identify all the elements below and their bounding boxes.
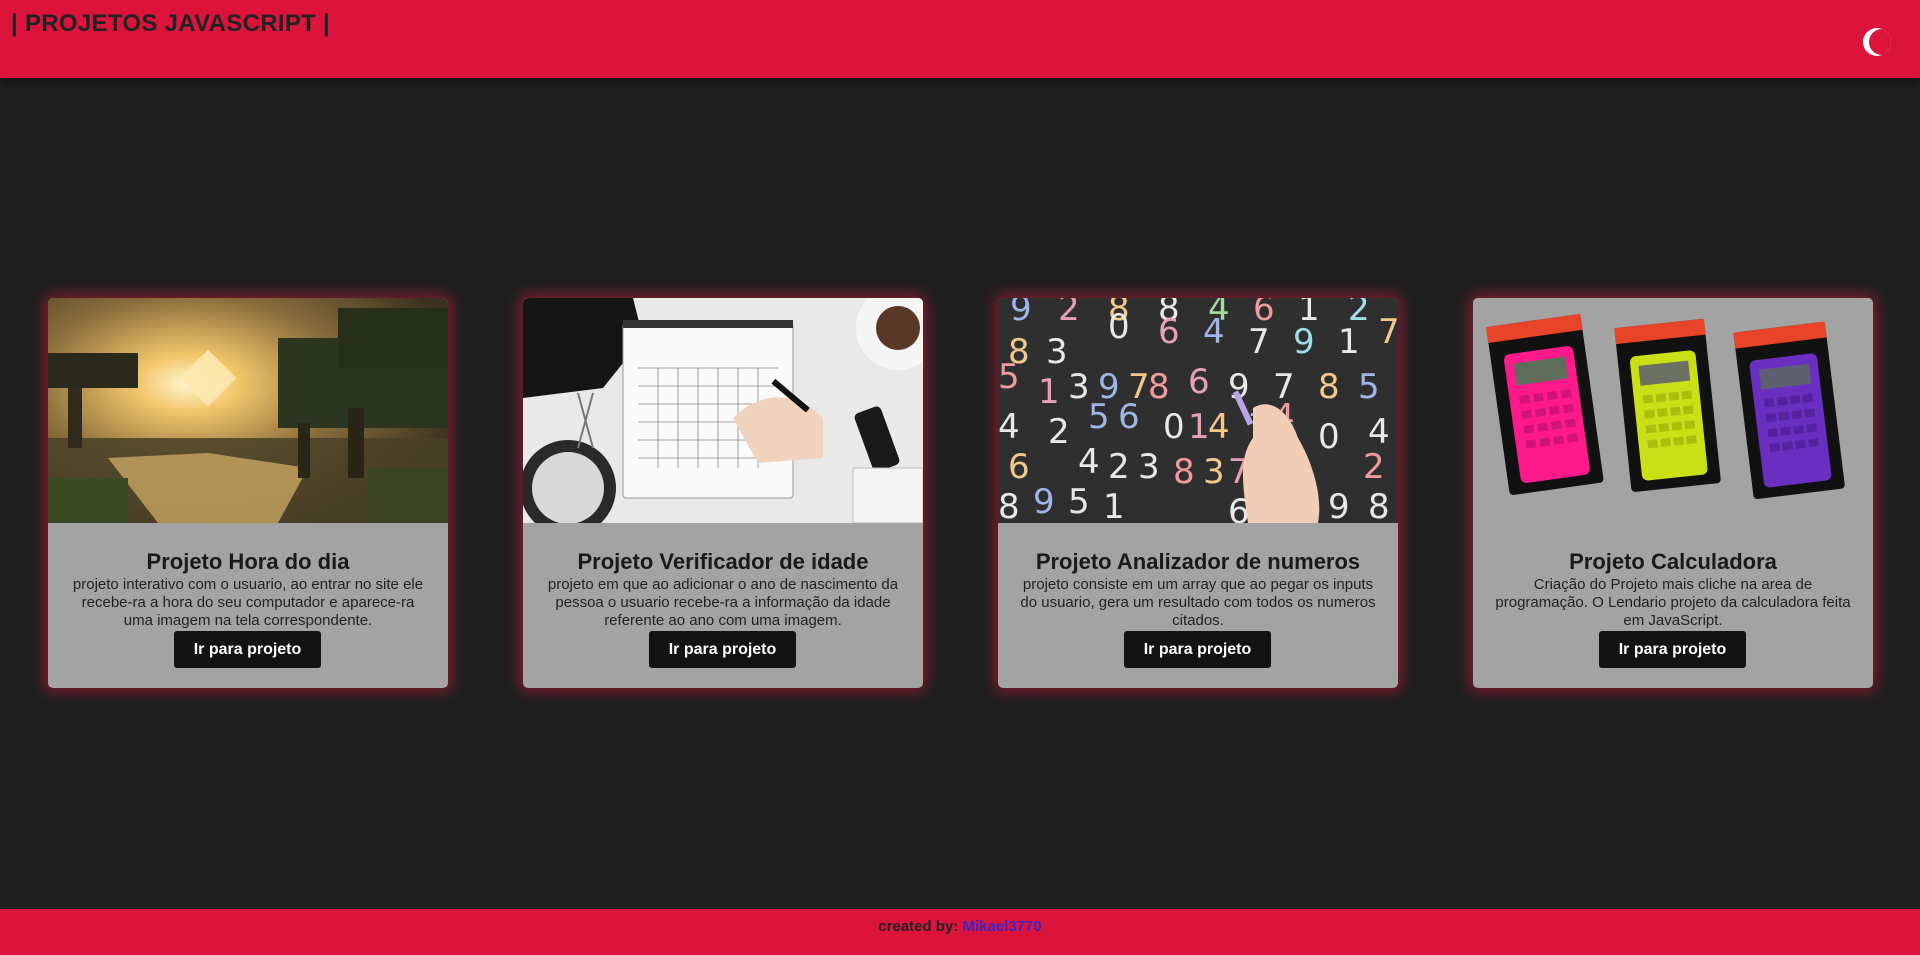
- svg-text:8: 8: [1368, 487, 1390, 523]
- svg-text:7: 7: [1378, 312, 1398, 352]
- svg-text:8: 8: [1318, 367, 1340, 407]
- svg-text:1: 1: [1338, 322, 1360, 362]
- svg-text:6: 6: [1188, 362, 1210, 402]
- project-card: Projeto Calculadora Criação do Projeto m…: [1473, 298, 1873, 688]
- project-card: Projeto Hora do dia projeto interativo c…: [48, 298, 448, 688]
- svg-text:3: 3: [1203, 452, 1225, 492]
- svg-text:1: 1: [1103, 487, 1125, 523]
- svg-text:4: 4: [1078, 442, 1100, 482]
- go-to-project-button[interactable]: Ir para projeto: [649, 631, 796, 668]
- svg-text:0: 0: [1163, 407, 1185, 447]
- project-title: Projeto Analizador de numeros: [1035, 549, 1361, 574]
- svg-text:5: 5: [1088, 397, 1110, 437]
- svg-text:2: 2: [1058, 298, 1080, 329]
- svg-text:4: 4: [1203, 312, 1225, 352]
- go-to-project-button[interactable]: Ir para projeto: [1124, 631, 1271, 668]
- svg-text:6: 6: [1008, 447, 1030, 487]
- crescent-moon-icon[interactable]: [1863, 28, 1891, 56]
- author-link[interactable]: Mikael3770: [962, 918, 1041, 935]
- go-to-project-button[interactable]: Ir para projeto: [1599, 631, 1746, 668]
- svg-text:7: 7: [1248, 322, 1270, 362]
- svg-text:8: 8: [998, 487, 1020, 523]
- svg-text:0: 0: [1108, 307, 1130, 347]
- svg-text:2: 2: [1048, 412, 1070, 452]
- svg-text:8: 8: [1148, 367, 1170, 407]
- svg-text:3: 3: [1138, 447, 1160, 487]
- project-description: Criação do Projeto mais cliche na area d…: [1495, 576, 1851, 629]
- svg-text:9: 9: [1033, 482, 1055, 522]
- project-title: Projeto Calculadora: [1569, 549, 1777, 574]
- project-description: projeto consiste em um array que ao pega…: [1020, 576, 1376, 629]
- project-title: Projeto Hora do dia: [146, 549, 350, 574]
- project-image: 92884612 830647917 51397869785 425601474…: [998, 298, 1398, 523]
- svg-text:6: 6: [1158, 312, 1180, 352]
- svg-text:5: 5: [998, 357, 1020, 397]
- svg-text:3: 3: [1046, 332, 1068, 372]
- credit-prefix: created by:: [878, 918, 959, 935]
- svg-text:4: 4: [1208, 407, 1230, 447]
- svg-text:9: 9: [1293, 322, 1315, 362]
- svg-text:6: 6: [1118, 397, 1140, 437]
- svg-text:9: 9: [1328, 487, 1350, 523]
- svg-text:1: 1: [1188, 407, 1210, 447]
- svg-text:0: 0: [1318, 417, 1340, 457]
- svg-text:1: 1: [1038, 372, 1060, 412]
- go-to-project-button[interactable]: Ir para projeto: [174, 631, 321, 668]
- svg-text:5: 5: [1068, 482, 1090, 522]
- project-card: Projeto Verificador de idade projeto em …: [523, 298, 923, 688]
- svg-text:5: 5: [1358, 367, 1380, 407]
- site-footer: created by: Mikael3770: [0, 909, 1920, 955]
- svg-text:2: 2: [1108, 447, 1130, 487]
- project-image: [48, 298, 448, 523]
- svg-text:4: 4: [998, 407, 1020, 447]
- svg-text:3: 3: [1068, 367, 1090, 407]
- svg-text:8: 8: [1173, 452, 1195, 492]
- site-header: | PROJETOS JAVASCRIPT |: [0, 0, 1920, 78]
- project-title: Projeto Verificador de idade: [577, 549, 869, 574]
- site-title: | PROJETOS JAVASCRIPT |: [11, 10, 331, 37]
- project-description: projeto em que ao adicionar o ano de nas…: [547, 576, 899, 629]
- svg-text:9: 9: [1010, 298, 1032, 329]
- footer-credit: created by: Mikael3770: [878, 918, 1041, 935]
- svg-text:4: 4: [1368, 412, 1390, 452]
- svg-text:2: 2: [1363, 447, 1385, 487]
- project-card: 92884612 830647917 51397869785 425601474…: [998, 298, 1398, 688]
- project-description: projeto interativo com o usuario, ao ent…: [72, 576, 424, 629]
- project-image: [523, 298, 923, 523]
- project-image: [1473, 298, 1873, 523]
